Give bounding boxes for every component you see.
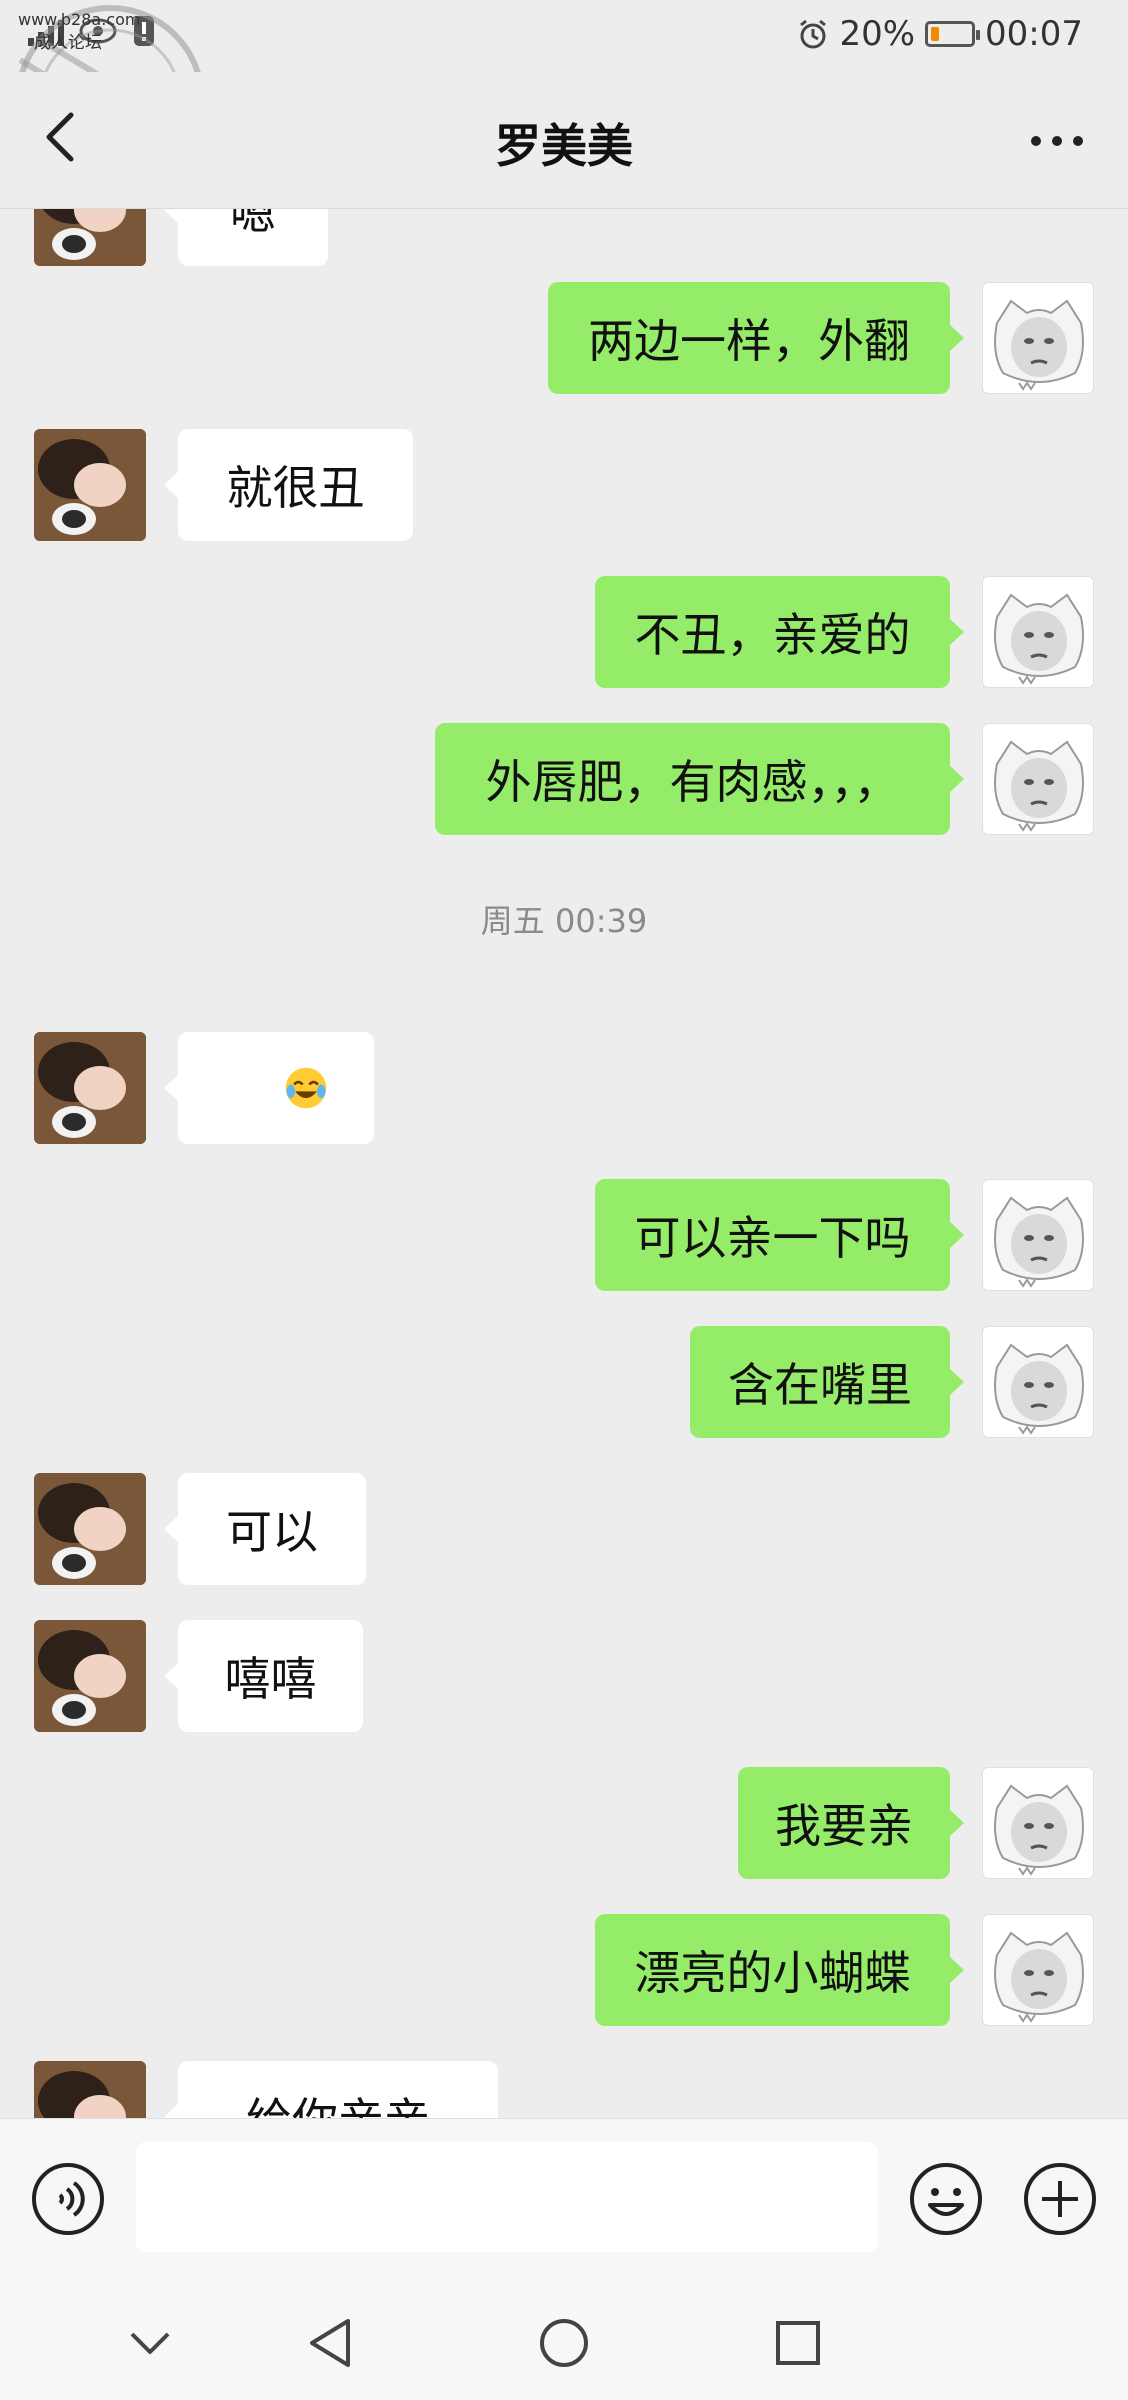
my-avatar[interactable] <box>982 1767 1094 1879</box>
contact-avatar[interactable] <box>34 209 146 266</box>
system-home-button[interactable] <box>529 2308 599 2378</box>
system-recents-button[interactable] <box>763 2308 833 2378</box>
battery-fill <box>931 27 940 41</box>
alert-icon <box>134 16 154 46</box>
incoming-message-bubble[interactable] <box>164 1032 374 1144</box>
eye-icon <box>79 18 117 44</box>
outgoing-message-bubble[interactable]: 含在嘴里 <box>690 1326 964 1438</box>
my-avatar[interactable] <box>982 723 1094 835</box>
incoming-message-bubble[interactable]: 嗯 <box>164 209 328 266</box>
message-text: 漂亮的小蝴蝶 <box>634 1946 911 2000</box>
contact-avatar[interactable] <box>34 2061 146 2118</box>
signal-icon <box>28 16 64 46</box>
message-text: 可以 <box>226 1505 318 1559</box>
contact-avatar[interactable] <box>34 429 146 541</box>
message-text: 可以亲一下吗 <box>634 1211 911 1265</box>
chat-title: 罗美美 <box>495 119 633 173</box>
voice-button[interactable] <box>30 2161 106 2237</box>
message-text: 不丑，亲爱的 <box>634 608 911 662</box>
outgoing-message-bubble[interactable]: 漂亮的小蝴蝶 <box>595 1914 964 2026</box>
message-text: 含在嘴里 <box>728 1358 912 1412</box>
message-text: 我要亲 <box>775 1799 913 1853</box>
incoming-message-bubble[interactable]: 给你亲亲 <box>164 2061 498 2118</box>
collapse-button[interactable] <box>115 2308 185 2378</box>
system-nav-bar <box>0 2282 1128 2400</box>
system-back-button[interactable] <box>295 2308 365 2378</box>
my-avatar[interactable] <box>982 282 1094 394</box>
alarm-icon <box>800 19 827 49</box>
incoming-message-bubble[interactable]: 就很丑 <box>164 429 413 541</box>
voice-icon <box>32 2163 104 2235</box>
outgoing-message-bubble[interactable]: 我要亲 <box>738 1767 964 1879</box>
my-avatar[interactable] <box>982 576 1094 688</box>
smiley-icon <box>910 2163 982 2235</box>
message-text: 嘻嘻 <box>224 1652 317 1706</box>
message-input[interactable] <box>136 2142 878 2252</box>
message-list[interactable]: 嗯两边一样，外翻就很丑不丑，亲爱的外唇肥，有肉感，，， 周五 00:39 可以亲一下… <box>0 209 1128 2118</box>
message-text: 就很丑 <box>226 461 365 515</box>
outgoing-message-bubble[interactable]: 不丑，亲爱的 <box>595 576 964 688</box>
emoji-button[interactable] <box>908 2161 984 2237</box>
home-circle-icon <box>540 2319 588 2367</box>
contact-avatar[interactable] <box>34 1032 146 1144</box>
my-avatar[interactable] <box>982 1326 1094 1438</box>
status-bar: 20% 00:07 <box>0 0 1128 72</box>
message-text: 嗯 <box>230 209 276 240</box>
message-text: 两边一样，外翻 <box>588 314 910 368</box>
more-button[interactable] <box>1022 106 1092 176</box>
outgoing-message-bubble[interactable]: 外唇肥，有肉感，，， <box>435 723 964 835</box>
battery-percent: 20% <box>839 14 916 54</box>
my-avatar[interactable] <box>982 1914 1094 2026</box>
outgoing-message-bubble[interactable]: 两边一样，外翻 <box>548 282 964 394</box>
plus-icon <box>1024 2163 1096 2235</box>
incoming-message-bubble[interactable]: 可以 <box>164 1473 366 1585</box>
contact-avatar[interactable] <box>34 1473 146 1585</box>
message-text: 给你亲亲 <box>246 2084 430 2118</box>
collapse-icon <box>130 2332 170 2354</box>
input-bar <box>0 2118 1128 2283</box>
laugh-cry-emoji-icon <box>285 1067 327 1109</box>
message-text: 外唇肥，有肉感，，， <box>485 755 900 809</box>
incoming-message-bubble[interactable]: 嘻嘻 <box>164 1620 363 1732</box>
chat-header: 罗美美 <box>0 72 1128 209</box>
more-dots-icon <box>1031 136 1083 146</box>
contact-avatar[interactable] <box>34 1620 146 1732</box>
message-timestamp: 周五 00:39 <box>480 902 648 940</box>
back-triangle-icon <box>310 2319 350 2367</box>
battery-icon <box>925 21 981 47</box>
more-functions-button[interactable] <box>1022 2161 1098 2237</box>
status-left <box>28 14 156 48</box>
recents-square-icon <box>776 2321 820 2365</box>
clock: 00:07 <box>985 14 1083 54</box>
status-right: 20% 00:07 <box>797 14 1083 54</box>
my-avatar[interactable] <box>982 1179 1094 1291</box>
outgoing-message-bubble[interactable]: 可以亲一下吗 <box>595 1179 964 1291</box>
